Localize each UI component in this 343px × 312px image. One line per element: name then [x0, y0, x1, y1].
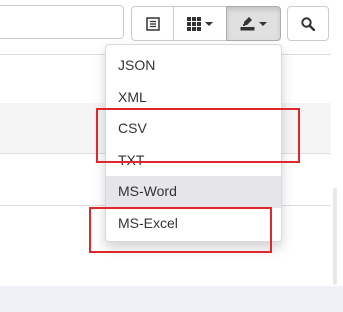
toggle-view-button[interactable] — [131, 6, 174, 41]
grid-columns-icon — [187, 16, 201, 31]
annotation-box — [96, 108, 300, 163]
scrollbar[interactable] — [333, 188, 337, 285]
chevron-down-icon — [205, 21, 213, 26]
search-button[interactable] — [287, 6, 329, 41]
menu-item-json[interactable]: JSON — [106, 50, 281, 82]
list-view-icon — [145, 16, 160, 31]
table-footer — [0, 286, 343, 312]
columns-button[interactable] — [173, 6, 227, 41]
menu-item-ms-word[interactable]: MS-Word — [106, 176, 281, 208]
search-icon — [301, 16, 315, 31]
annotation-box — [89, 207, 272, 253]
chevron-down-icon — [259, 21, 267, 26]
export-button[interactable] — [226, 6, 281, 41]
search-input[interactable] — [0, 5, 124, 39]
export-download-icon — [240, 16, 255, 31]
